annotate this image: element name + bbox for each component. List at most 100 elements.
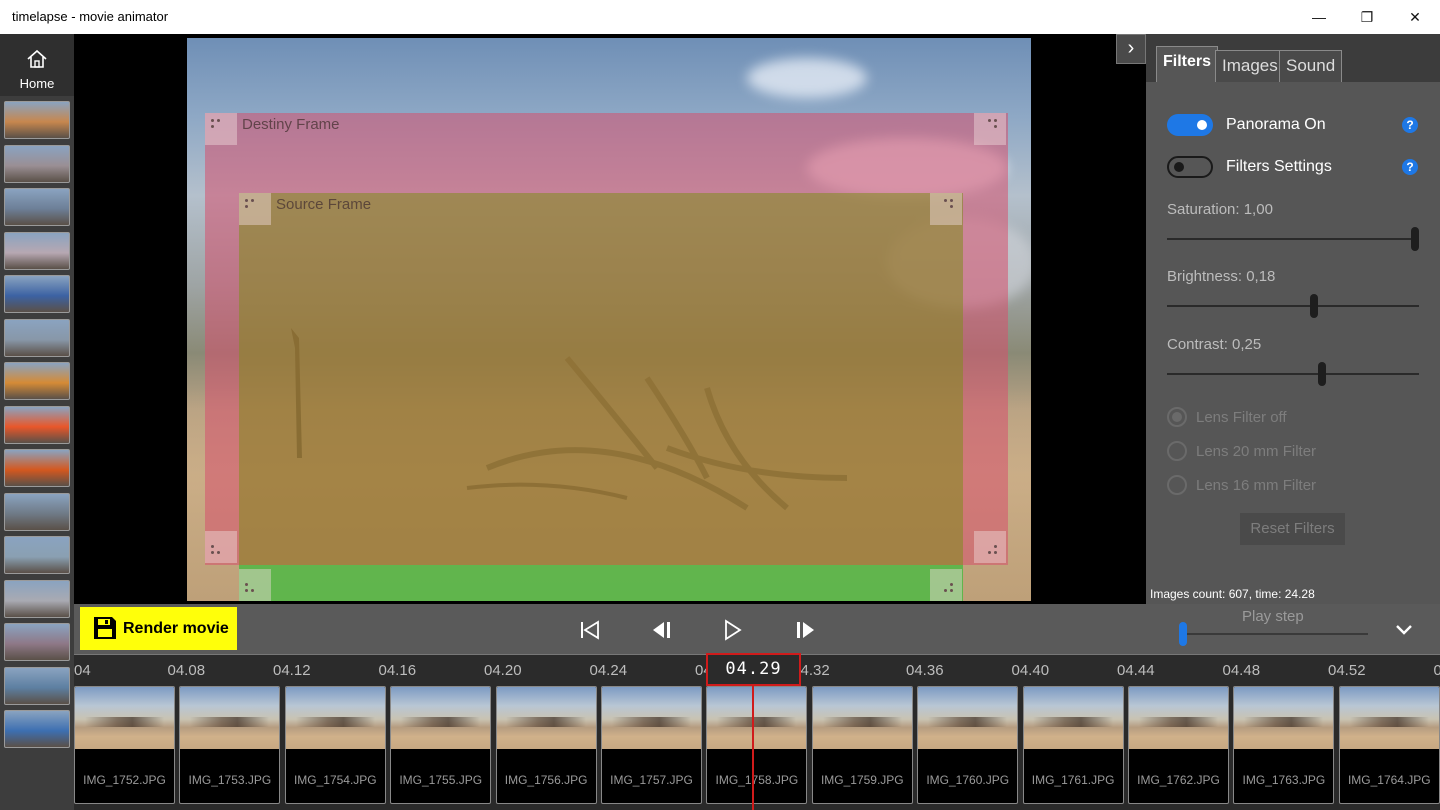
sidebar-thumbnail[interactable] bbox=[4, 362, 70, 400]
play-icon bbox=[725, 619, 742, 641]
saturation-slider[interactable] bbox=[1167, 238, 1419, 240]
timeline-frame[interactable]: IMG_1758.JPG bbox=[706, 686, 808, 804]
chevron-down-icon[interactable] bbox=[1394, 620, 1414, 640]
frame-filename: IMG_1756.JPG bbox=[504, 773, 588, 787]
destiny-frame-handle-top-left[interactable] bbox=[205, 113, 237, 145]
lens-16mm-radio[interactable] bbox=[1167, 475, 1187, 495]
contrast-slider[interactable] bbox=[1167, 373, 1419, 375]
play-step-slider[interactable] bbox=[1180, 633, 1368, 635]
current-time-indicator[interactable]: 04.29 bbox=[706, 653, 801, 686]
source-frame-handle-top-right[interactable] bbox=[930, 193, 962, 225]
sidebar-thumbnail[interactable] bbox=[4, 579, 70, 618]
source-frame-handle-bottom-right[interactable] bbox=[930, 569, 962, 601]
thumbnail-sidebar[interactable]: Home bbox=[0, 34, 74, 810]
close-button[interactable]: ✕ bbox=[1392, 0, 1438, 34]
timeline-frame[interactable]: IMG_1759.JPG bbox=[811, 686, 913, 804]
frame-filename: IMG_1762.JPG bbox=[1137, 773, 1220, 787]
destiny-frame-handle-bottom-left[interactable] bbox=[205, 531, 237, 563]
sidebar-thumbnail[interactable] bbox=[4, 666, 70, 705]
filters-settings-toggle[interactable] bbox=[1167, 156, 1213, 178]
restore-button[interactable]: ❐ bbox=[1344, 0, 1390, 34]
frame-thumbnail bbox=[1023, 687, 1123, 749]
tab-filters[interactable]: Filters bbox=[1156, 46, 1219, 82]
source-frame-handle-top-left[interactable] bbox=[239, 193, 271, 225]
source-frame-handle-bottom-left[interactable] bbox=[239, 569, 271, 601]
timeline-tick-label: 04.36 bbox=[906, 662, 944, 679]
filters-settings-help-icon[interactable]: ? bbox=[1402, 159, 1418, 175]
frame-filename: IMG_1761.JPG bbox=[1031, 773, 1115, 787]
brightness-slider[interactable] bbox=[1167, 305, 1419, 307]
window-title: timelapse - movie animator bbox=[12, 9, 169, 24]
lens-filter-off-radio[interactable] bbox=[1167, 407, 1187, 427]
timeline-frame[interactable]: IMG_1754.JPG bbox=[284, 686, 386, 804]
frame-filename: IMG_1755.JPG bbox=[399, 773, 483, 787]
timeline-frame[interactable]: IMG_1762.JPG bbox=[1128, 686, 1229, 804]
frame-thumbnail bbox=[285, 687, 385, 749]
chevron-right-icon: › bbox=[1127, 37, 1135, 59]
panorama-toggle[interactable] bbox=[1167, 114, 1213, 136]
sidebar-thumbnail[interactable] bbox=[4, 188, 70, 226]
timeline-frame[interactable]: IMG_1761.JPG bbox=[1022, 686, 1124, 804]
contrast-slider-thumb[interactable] bbox=[1318, 362, 1326, 386]
play-step-slider-thumb[interactable] bbox=[1179, 622, 1187, 646]
panorama-label: Panorama On bbox=[1226, 116, 1326, 133]
sidebar-thumbnail[interactable] bbox=[4, 144, 70, 183]
home-button[interactable]: Home bbox=[0, 34, 74, 96]
reset-filters-button[interactable]: Reset Filters bbox=[1240, 513, 1345, 545]
sidebar-thumbnail[interactable] bbox=[4, 231, 70, 270]
play-button[interactable] bbox=[721, 616, 745, 644]
step-back-button[interactable] bbox=[650, 616, 674, 644]
frame-thumbnail bbox=[496, 687, 596, 749]
sidebar-thumbnail[interactable] bbox=[4, 275, 70, 313]
timeline-tick-label: 4.32 bbox=[800, 662, 830, 679]
sidebar-thumbnail[interactable] bbox=[4, 449, 70, 487]
saturation-label: Saturation: 1,00 bbox=[1167, 201, 1273, 218]
timeline-tick-label: 04 bbox=[1434, 662, 1440, 679]
tab-sound[interactable]: Sound bbox=[1279, 50, 1343, 82]
lens-20mm-radio[interactable] bbox=[1167, 441, 1187, 461]
sidebar-thumbnail[interactable] bbox=[4, 536, 70, 574]
sidebar-thumbnail[interactable] bbox=[4, 318, 70, 357]
render-movie-button[interactable]: Render movie bbox=[80, 607, 237, 650]
destiny-frame-label: Destiny Frame bbox=[242, 116, 340, 133]
destiny-frame-handle-top-right[interactable] bbox=[974, 113, 1006, 145]
timeline-frame[interactable]: IMG_1753.JPG bbox=[179, 686, 281, 804]
step-forward-button[interactable] bbox=[793, 616, 817, 644]
skip-start-icon bbox=[581, 620, 599, 640]
brightness-slider-thumb[interactable] bbox=[1310, 294, 1318, 318]
contrast-label: Contrast: 0,25 bbox=[1167, 336, 1262, 353]
saturation-slider-thumb[interactable] bbox=[1411, 227, 1419, 251]
frame-filename: IMG_1754.JPG bbox=[293, 773, 377, 787]
timeline-tick-label: 04.16 bbox=[378, 662, 417, 679]
timeline-frame[interactable]: IMG_1757.JPG bbox=[601, 686, 702, 804]
sidebar-thumbnail[interactable] bbox=[4, 492, 70, 531]
timeline-tick-label: 04.20 bbox=[484, 662, 522, 679]
sidebar-thumbnail[interactable] bbox=[4, 710, 70, 748]
lens-16mm-label: Lens 16 mm Filter bbox=[1196, 477, 1317, 494]
sidebar-thumbnail[interactable] bbox=[4, 623, 70, 661]
timeline-frame[interactable]: IMG_1752.JPG bbox=[74, 686, 175, 804]
title-bar: timelapse - movie animator — ❐ ✕ bbox=[0, 0, 1440, 34]
lens-20mm-label: Lens 20 mm Filter bbox=[1196, 443, 1317, 460]
frame-filename: IMG_1760.JPG bbox=[926, 773, 1010, 787]
frame-filename: IMG_1764.JPG bbox=[1347, 773, 1431, 787]
timeline-frame[interactable]: IMG_1756.JPG bbox=[495, 686, 597, 804]
timeline-frame[interactable]: IMG_1764.JPG bbox=[1338, 686, 1440, 804]
frame-thumbnail bbox=[1129, 687, 1228, 749]
sidebar-thumbnail[interactable] bbox=[4, 101, 70, 139]
lens-filter-off-label: Lens Filter off bbox=[1196, 409, 1287, 426]
playhead[interactable] bbox=[752, 686, 754, 810]
tab-images[interactable]: Images bbox=[1215, 50, 1285, 82]
destiny-frame-handle-bottom-right[interactable] bbox=[974, 531, 1006, 563]
minimize-button[interactable]: — bbox=[1296, 0, 1342, 34]
home-icon bbox=[27, 49, 47, 68]
timeline-tick-label: 04.48 bbox=[1222, 662, 1261, 679]
timeline-frame[interactable]: IMG_1763.JPG bbox=[1233, 686, 1335, 804]
timeline-frame[interactable]: IMG_1755.JPG bbox=[390, 686, 492, 804]
timeline-frame[interactable]: IMG_1760.JPG bbox=[917, 686, 1019, 804]
panel-toggle-button[interactable]: › bbox=[1116, 34, 1146, 64]
skip-to-start-button[interactable] bbox=[578, 616, 602, 644]
sidebar-thumbnail[interactable] bbox=[4, 405, 70, 444]
panorama-help-icon[interactable]: ? bbox=[1402, 117, 1418, 133]
source-frame[interactable] bbox=[239, 193, 963, 601]
